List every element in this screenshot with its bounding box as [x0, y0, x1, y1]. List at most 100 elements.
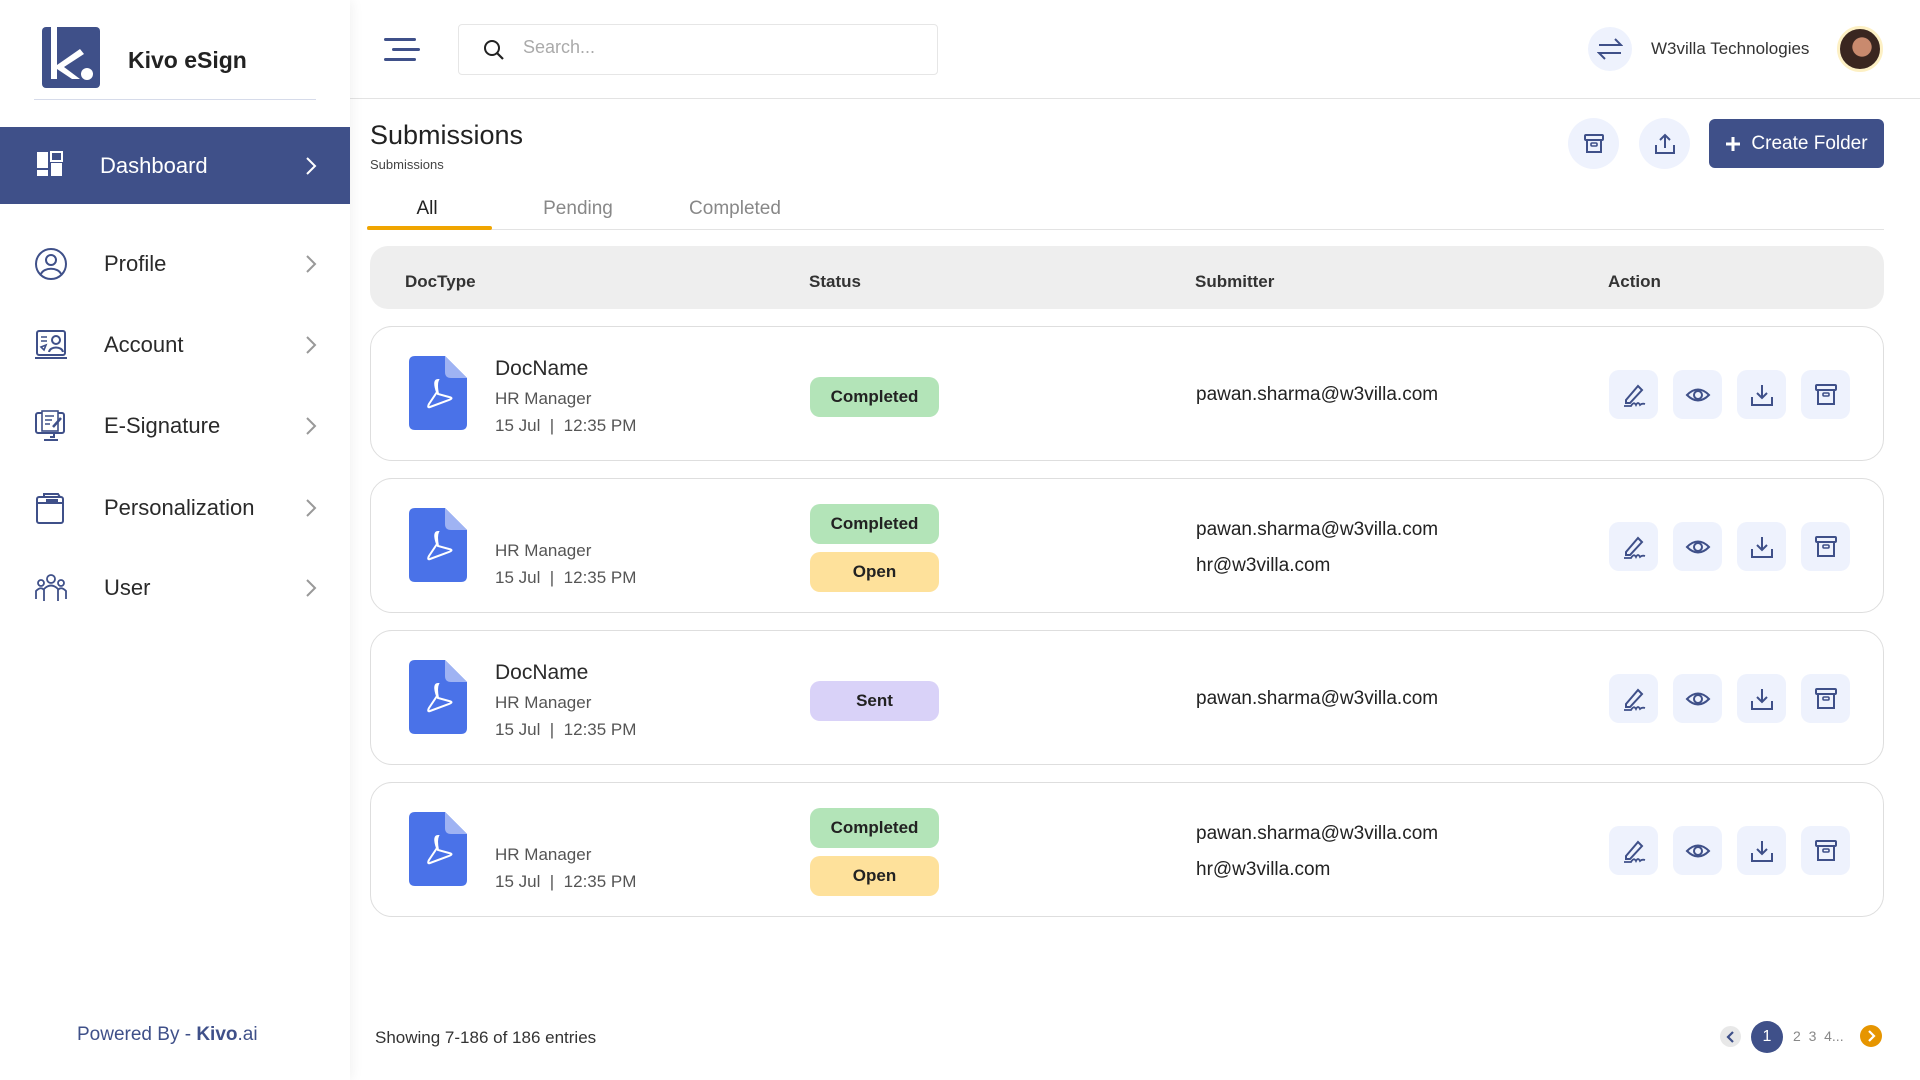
search-box[interactable] — [458, 24, 938, 75]
esignature-icon — [34, 409, 68, 443]
search-icon — [483, 39, 505, 61]
view-icon — [1685, 838, 1711, 864]
doc-name[interactable]: DocName — [495, 661, 588, 685]
tab-divider — [367, 229, 1884, 230]
chevron-right-icon — [304, 335, 318, 355]
sidebar-item-user[interactable]: User — [0, 550, 350, 626]
powered-by[interactable]: Powered By - Kivo.ai — [77, 1024, 258, 1046]
download-button[interactable] — [1737, 826, 1786, 875]
download-icon — [1749, 534, 1775, 560]
submitter-email: hr@w3villa.com — [1196, 859, 1330, 881]
kivo-logo[interactable] — [42, 27, 100, 88]
view-icon — [1685, 686, 1711, 712]
pdf-file-icon — [409, 812, 467, 886]
menu-toggle-icon[interactable] — [384, 36, 420, 69]
sign-button[interactable] — [1609, 370, 1658, 419]
pdf-file-icon — [409, 660, 467, 734]
doc-date: 15 Jul | 12:35 PM — [495, 416, 636, 436]
download-icon — [1749, 686, 1775, 712]
download-icon — [1749, 382, 1775, 408]
sidebar-item-profile[interactable]: Profile — [0, 226, 350, 302]
archive-icon — [1813, 382, 1839, 408]
sidebar-item-label: User — [104, 575, 150, 601]
sidebar-item-label: Account — [104, 332, 184, 358]
view-icon — [1685, 382, 1711, 408]
sidebar-item-label: Personalization — [104, 495, 254, 521]
upload-button[interactable] — [1639, 118, 1690, 169]
breadcrumb[interactable]: Submissions — [370, 157, 444, 172]
sign-button[interactable] — [1609, 522, 1658, 571]
powered-prefix: Powered By - — [77, 1024, 196, 1045]
download-button[interactable] — [1737, 674, 1786, 723]
archive-button[interactable] — [1801, 522, 1850, 571]
switch-account-button[interactable] — [1588, 27, 1632, 71]
submitter-email: hr@w3villa.com — [1196, 555, 1330, 577]
archive-icon — [1813, 838, 1839, 864]
create-folder-label: Create Folder — [1751, 133, 1867, 155]
download-icon — [1749, 838, 1775, 864]
sign-button[interactable] — [1609, 674, 1658, 723]
col-action: Action — [1608, 272, 1661, 292]
sign-icon — [1621, 838, 1647, 864]
submitter-email: pawan.sharma@w3villa.com — [1196, 384, 1438, 406]
folder-icon — [34, 491, 68, 525]
tab-all[interactable]: All — [416, 198, 437, 220]
submitter-email: pawan.sharma@w3villa.com — [1196, 519, 1438, 541]
doc-date: 15 Jul | 12:35 PM — [495, 872, 636, 892]
tab-pending[interactable]: Pending — [543, 198, 613, 220]
archive-icon — [1583, 133, 1605, 155]
chevron-right-icon — [304, 578, 318, 598]
archive-button[interactable] — [1801, 826, 1850, 875]
archive-button[interactable] — [1801, 370, 1850, 419]
status-badge: Completed — [810, 808, 939, 848]
sidebar-item-label: Profile — [104, 251, 166, 277]
plus-icon — [1725, 136, 1741, 152]
next-page-button[interactable] — [1860, 1025, 1882, 1047]
sign-button[interactable] — [1609, 826, 1658, 875]
powered-suffix: .ai — [238, 1024, 258, 1045]
download-button[interactable] — [1737, 370, 1786, 419]
view-button[interactable] — [1673, 522, 1722, 571]
view-button[interactable] — [1673, 370, 1722, 419]
page-title: Submissions — [370, 120, 523, 151]
sign-icon — [1621, 534, 1647, 560]
doc-role: HR Manager — [495, 389, 591, 409]
pdf-file-icon — [409, 508, 467, 582]
sidebar-item-personalization[interactable]: Personalization — [0, 470, 350, 546]
status-badge: Open — [810, 552, 939, 592]
create-folder-button[interactable]: Create Folder — [1709, 119, 1884, 168]
archive-button[interactable] — [1801, 674, 1850, 723]
prev-page-button[interactable] — [1720, 1026, 1741, 1047]
sidebar-item-dashboard[interactable]: Dashboard — [0, 127, 350, 204]
col-status: Status — [809, 272, 861, 292]
doc-role: HR Manager — [495, 845, 591, 865]
chevron-right-icon — [304, 156, 318, 176]
upload-icon — [1654, 133, 1676, 155]
sidebar: Kivo eSign Dashboard Profile Account E-S… — [0, 0, 350, 1080]
sidebar-item-esignature[interactable]: E-Signature — [0, 388, 350, 464]
page-links[interactable]: 2 3 4... — [1793, 1028, 1844, 1044]
archive-icon — [1813, 534, 1839, 560]
archive-button[interactable] — [1568, 118, 1619, 169]
col-submitter: Submitter — [1195, 272, 1274, 292]
search-input[interactable] — [523, 37, 903, 58]
download-button[interactable] — [1737, 522, 1786, 571]
doc-name[interactable]: DocName — [495, 357, 588, 381]
company-name: W3villa Technologies — [1651, 39, 1809, 59]
powered-brand: Kivo — [196, 1024, 237, 1045]
doc-role: HR Manager — [495, 541, 591, 561]
tab-completed[interactable]: Completed — [689, 198, 781, 220]
doc-date: 15 Jul | 12:35 PM — [495, 568, 636, 588]
sidebar-item-account[interactable]: Account — [0, 307, 350, 383]
user-avatar[interactable] — [1837, 26, 1883, 72]
table-row: HR Manager 15 Jul | 12:35 PM CompletedOp… — [370, 478, 1884, 613]
chevron-right-icon — [304, 254, 318, 274]
view-button[interactable] — [1673, 674, 1722, 723]
page-1-button[interactable]: 1 — [1751, 1021, 1783, 1053]
view-button[interactable] — [1673, 826, 1722, 875]
profile-icon — [34, 247, 68, 281]
users-icon — [34, 571, 68, 605]
account-icon — [34, 328, 68, 362]
table-row: HR Manager 15 Jul | 12:35 PM CompletedOp… — [370, 782, 1884, 917]
chevron-right-icon — [1866, 1030, 1876, 1042]
